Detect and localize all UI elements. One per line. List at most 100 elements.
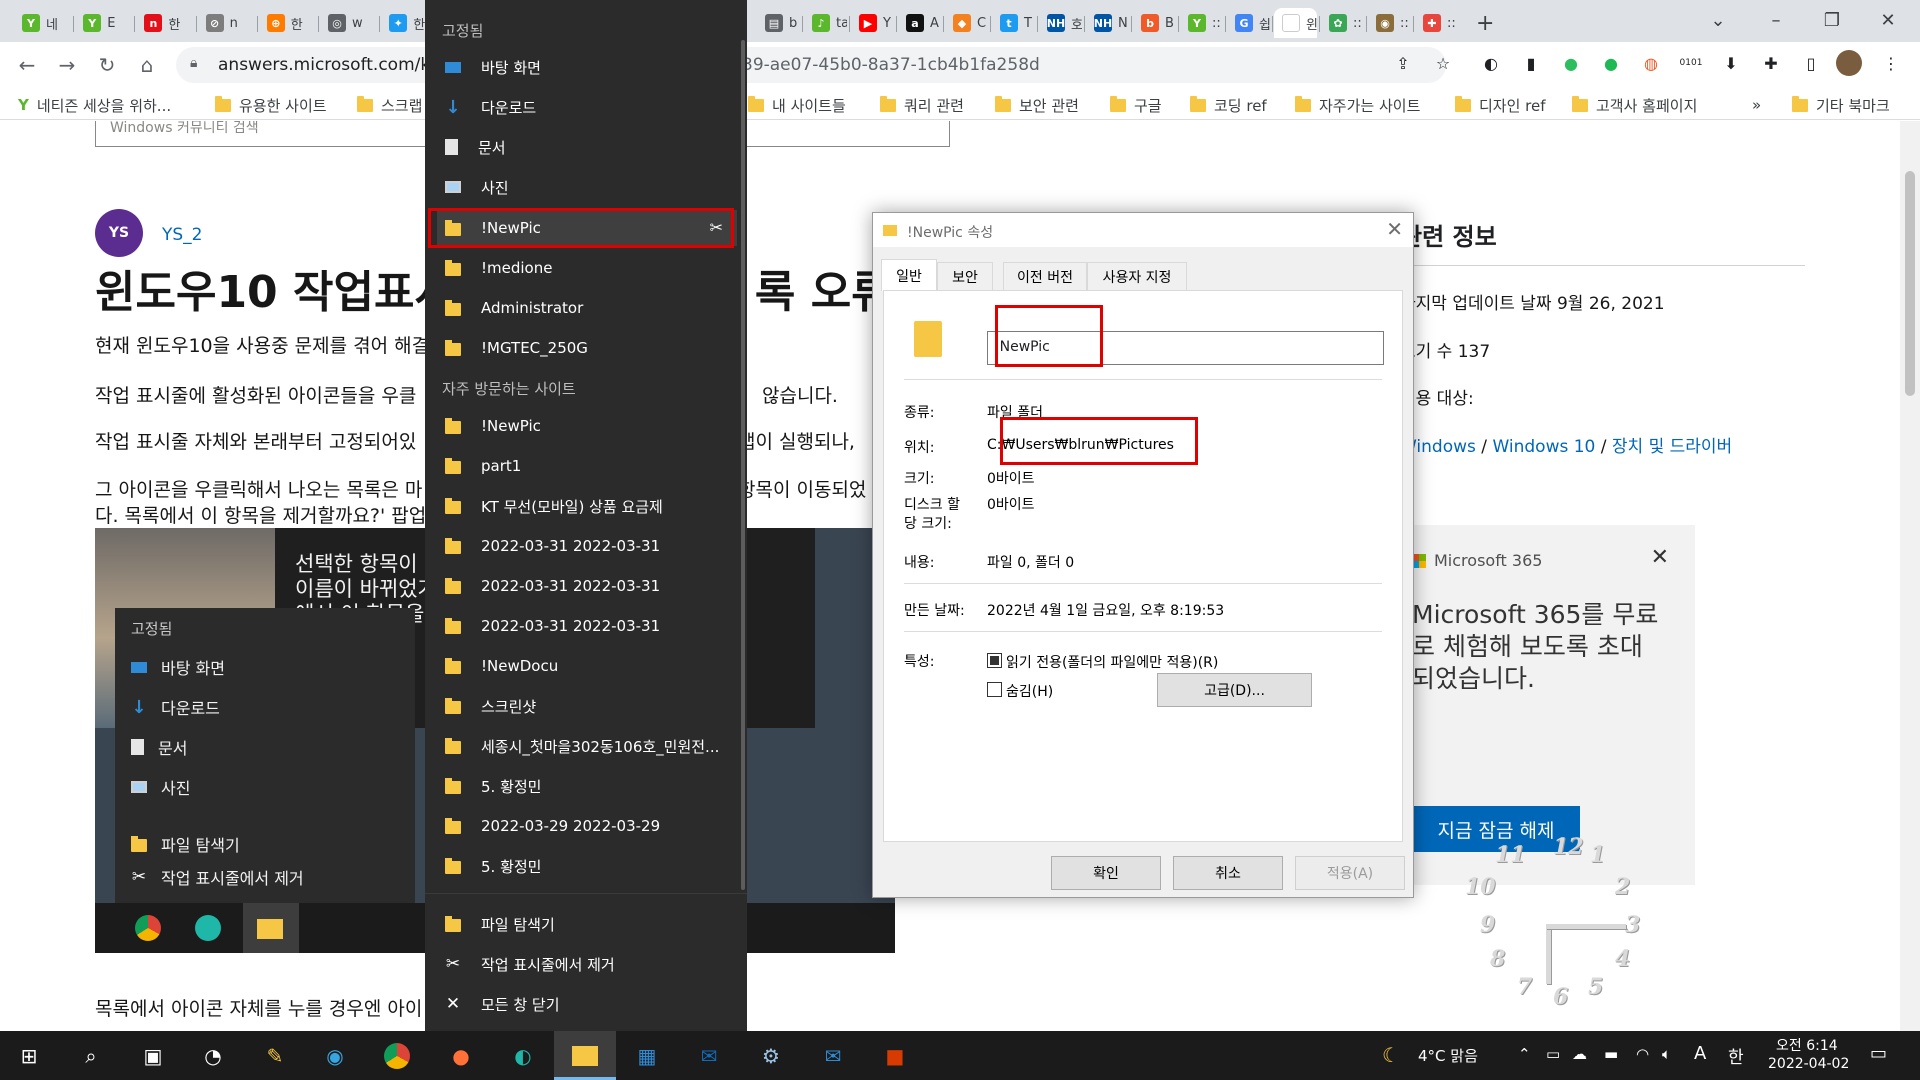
tray-meet-icon[interactable]: ▭ <box>1546 1045 1560 1063</box>
office-icon[interactable]: ■ <box>878 1039 912 1073</box>
jumplist-pinned-item[interactable]: 사진 <box>437 169 737 205</box>
browser-tab[interactable]: ⊕ 한 <box>259 8 316 38</box>
share-icon[interactable]: ⇪ <box>1390 50 1416 76</box>
browser-tab[interactable]: Y네 <box>14 8 71 38</box>
tray-overflow-icon[interactable]: ⌃ <box>1518 1045 1531 1063</box>
jumplist-frequent-item[interactable]: 2022-03-31 2022-03-31 <box>437 568 737 604</box>
tab-search-chevron-icon[interactable]: ⌄ <box>1690 0 1746 40</box>
page-scrollbar[interactable] <box>1900 121 1920 1031</box>
jumplist-frequent-item[interactable]: !NewDocu <box>437 648 737 684</box>
hidden-checkbox[interactable] <box>987 682 1002 697</box>
jumplist-frequent-item[interactable]: 2022-03-31 2022-03-31 <box>437 608 737 644</box>
chrome-icon[interactable] <box>380 1039 414 1073</box>
extensions-puzzle-icon[interactable]: ✚ <box>1758 50 1784 76</box>
start-button[interactable]: ⊞ <box>12 1039 46 1073</box>
jumplist-frequent-item[interactable]: 세종시_첫마을302동106호_민원전... <box>437 728 737 764</box>
browser-tab[interactable]: ◆ C <box>945 8 988 38</box>
browser-tab[interactable]: ⊘ n <box>198 8 255 38</box>
app-icon[interactable]: ⚙ <box>754 1039 788 1073</box>
readonly-checkbox[interactable] <box>987 653 1002 668</box>
outlook-icon[interactable]: ✉ <box>692 1039 726 1073</box>
bookmarks-overflow-button[interactable]: » <box>1752 94 1761 116</box>
app-icon[interactable]: ✎ <box>258 1039 292 1073</box>
close-window-button[interactable]: ✕ <box>1860 0 1916 40</box>
browser-tab[interactable]: YE <box>75 8 132 38</box>
tab-general[interactable]: 일반 <box>881 259 937 291</box>
extension-icon[interactable]: ▮ <box>1518 50 1544 76</box>
browser-tab[interactable]: NH 호 <box>1039 8 1082 38</box>
browser-tab[interactable]: G쉽 <box>1227 8 1270 38</box>
bookmark-folder[interactable]: 구글 <box>1110 94 1162 116</box>
search-icon[interactable]: ⌕ <box>74 1039 108 1073</box>
jumplist-action-file-explorer[interactable]: 파일 탐색기 <box>437 906 737 942</box>
jumplist-action-unpin[interactable]: ✂ 작업 표시줄에서 제거 <box>437 946 737 982</box>
browser-tab[interactable]: ♪ ta <box>804 8 847 38</box>
bookmark-folder[interactable]: 자주가는 사이트 <box>1295 94 1420 116</box>
maximize-button[interactable]: ❐ <box>1804 0 1860 40</box>
menu-kebab-icon[interactable]: ⋮ <box>1878 50 1904 76</box>
bookmark-item[interactable]: Y 네티즌 세상을 위하... <box>18 94 171 116</box>
ime-mode-han[interactable]: 한 <box>1728 1043 1744 1068</box>
extension-icon[interactable]: ◐ <box>1478 50 1504 76</box>
bookmark-folder[interactable]: 스크랩 <box>357 94 422 116</box>
back-button[interactable]: ← <box>12 50 42 80</box>
weather-moon-icon[interactable]: ☾ <box>1382 1043 1400 1067</box>
weather-text[interactable]: 4°C 맑음 <box>1418 1045 1478 1066</box>
extension-icon[interactable]: ● <box>1598 50 1624 76</box>
jumplist-pinned-item[interactable]: 문서 <box>437 129 737 165</box>
firefox-icon[interactable]: ● <box>444 1039 478 1073</box>
clock-time[interactable]: 오전 6:14 <box>1776 1035 1838 1055</box>
extension-evernote-icon[interactable]: ● <box>1558 50 1584 76</box>
browser-tab[interactable]: n한 <box>136 8 193 38</box>
side-panel-icon[interactable]: ▯ <box>1798 50 1824 76</box>
new-tab-button[interactable]: + <box>1468 8 1502 38</box>
tab-security[interactable]: 보안 <box>937 262 993 290</box>
browser-tab[interactable]: bB <box>1133 8 1176 38</box>
bookmark-folder[interactable]: 코딩 ref <box>1190 94 1267 116</box>
jumplist-frequent-item[interactable]: 5. 황정민 <box>437 848 737 884</box>
clock-date[interactable]: 2022-04-02 <box>1768 1056 1849 1072</box>
mail-icon[interactable]: ✉ <box>816 1039 850 1073</box>
reload-button[interactable]: ↻ <box>92 50 122 80</box>
extension-icon[interactable]: ⬇ <box>1718 50 1744 76</box>
browser-tab[interactable]: ✚:: <box>1415 8 1458 38</box>
browser-tab[interactable]: 윈 <box>1274 8 1317 38</box>
bookmark-folder[interactable]: 고객사 홈페이지 <box>1572 94 1697 116</box>
minimize-button[interactable]: – <box>1748 0 1804 40</box>
extension-icon[interactable]: ◍ <box>1638 50 1664 76</box>
jumplist-frequent-item[interactable]: 2022-03-29 2022-03-29 <box>437 808 737 844</box>
store-icon[interactable]: ▦ <box>630 1039 664 1073</box>
tab-customize[interactable]: 사용자 지정 <box>1087 262 1187 290</box>
edge-icon[interactable]: ◉ <box>318 1039 352 1073</box>
ad-close-button[interactable]: ✕ <box>1651 545 1669 570</box>
breadcrumb-link[interactable]: Windows 10 <box>1492 437 1595 457</box>
browser-tab[interactable]: ◉:: <box>1368 8 1411 38</box>
bookmark-folder[interactable]: 내 사이트들 <box>748 94 846 116</box>
extension-binary-icon[interactable]: 0101 <box>1678 50 1704 76</box>
breadcrumb-link[interactable]: 장치 및 드라이버 <box>1612 437 1732 457</box>
browser-tab[interactable]: Y:: <box>1180 8 1223 38</box>
jumplist-scrollbar[interactable] <box>741 40 745 890</box>
onedrive-icon[interactable]: ☁ <box>1572 1045 1587 1063</box>
jumplist-frequent-item[interactable]: part1 <box>437 448 737 484</box>
jumplist-action-close-all[interactable]: ✕ 모든 창 닫기 <box>437 986 737 1022</box>
jumplist-frequent-item[interactable]: KT 무선(모바일) 상품 요금제 <box>437 488 737 524</box>
cancel-button[interactable]: 취소 <box>1173 856 1283 890</box>
browser-tab[interactable]: ◎ w <box>320 8 377 38</box>
network-icon[interactable]: ◠ <box>1636 1045 1649 1063</box>
battery-icon[interactable]: ▬ <box>1604 1045 1618 1063</box>
app-icon[interactable]: ◐ <box>506 1039 540 1073</box>
scrollbar-thumb[interactable] <box>1905 171 1915 396</box>
ok-button[interactable]: 확인 <box>1051 856 1161 890</box>
advanced-button[interactable]: 고급(D)... <box>1157 673 1312 707</box>
jumplist-frequent-item[interactable]: !NewPic <box>437 408 737 444</box>
author-link[interactable]: YS_2 <box>162 225 203 245</box>
bookmark-star-icon[interactable]: ☆ <box>1430 50 1456 76</box>
volume-icon[interactable]: 🔈︎ <box>1662 1045 1671 1063</box>
dialog-close-button[interactable]: ✕ <box>1386 217 1403 241</box>
jumplist-pinned-item[interactable]: Administrator <box>437 290 737 326</box>
author-avatar[interactable]: YS <box>95 209 143 257</box>
browser-tab[interactable]: aA <box>898 8 941 38</box>
profile-avatar[interactable] <box>1836 50 1862 76</box>
notification-icon[interactable]: ▭ <box>1870 1043 1887 1064</box>
